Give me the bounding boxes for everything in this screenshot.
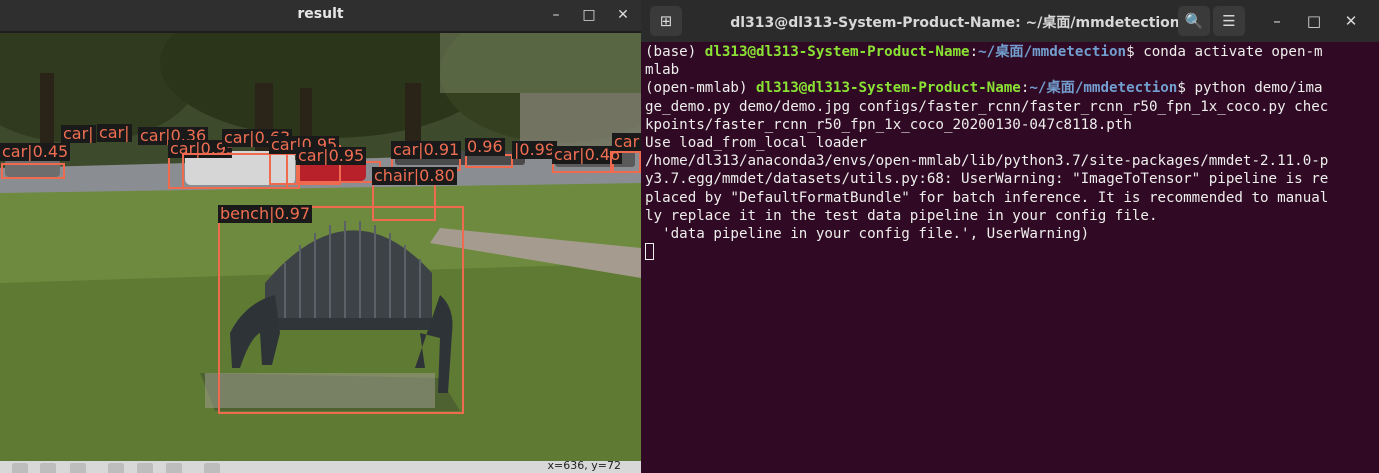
close-button[interactable]: ✕: [1335, 6, 1367, 36]
viewer-titlebar[interactable]: result – □ ✕: [0, 0, 641, 31]
detection-box-car: [610, 151, 641, 173]
cursor-coordinates: x=636, y=72: [547, 461, 621, 472]
detection-box-car: [465, 154, 513, 168]
detection-label: car|: [97, 123, 132, 142]
detection-label: car|0.45: [0, 142, 71, 161]
maximize-button[interactable]: □: [1298, 6, 1330, 36]
detection-label: car|: [61, 124, 96, 143]
output-line: ly replace it in the test data pipeline …: [645, 207, 1158, 224]
terminal-output[interactable]: (base) dl313@dl313-System-Product-Name:~…: [645, 43, 1367, 262]
detection-label: car|0.95: [296, 146, 367, 165]
viewer-toolbar: x=636, y=72: [0, 461, 641, 473]
save-icon[interactable]: [204, 463, 220, 473]
maximize-button[interactable]: □: [577, 4, 601, 26]
output-line: /home/dl313/anaconda3/envs/open-mmlab/li…: [645, 153, 1329, 170]
input-line[interactable]: [645, 243, 1367, 262]
minimize-button[interactable]: –: [544, 4, 568, 26]
detection-label: bench|0.97: [218, 204, 313, 223]
detection-result-image: car|0.45 car| car| car|0.36 car|0.95 car…: [0, 33, 641, 461]
terminal-titlebar[interactable]: ⊞ dl313@dl313-System-Product-Name: ~/桌面/…: [641, 0, 1379, 42]
settings-icon[interactable]: [166, 463, 182, 473]
image-viewer-window: result – □ ✕ car|0.45 car| car| car|0.36…: [0, 0, 641, 473]
text-cursor: [645, 243, 654, 261]
output-line: kpoints/faster_rcnn_r50_fpn_1x_coco_2020…: [645, 116, 1132, 133]
new-tab-button[interactable]: ⊞: [650, 6, 682, 36]
output-line: mlab: [645, 62, 680, 79]
close-button[interactable]: ✕: [611, 4, 635, 26]
detection-box-car: [1, 163, 65, 179]
zoom-out-icon[interactable]: [70, 463, 86, 473]
terminal-window-title: dl313@dl313-System-Product-Name: ~/桌面/mm…: [730, 15, 1180, 31]
terminal-window: ⊞ dl313@dl313-System-Product-Name: ~/桌面/…: [641, 0, 1379, 473]
search-button[interactable]: 🔍: [1178, 6, 1210, 36]
terminal-scrollbar[interactable]: [1373, 44, 1377, 464]
output-line: Use load_from_local loader: [645, 135, 868, 152]
detection-label: car|0.91: [391, 140, 462, 159]
prompt-line: (open-mmlab) dl313@dl313-System-Product-…: [645, 80, 1323, 97]
detection-box-bench: [218, 206, 464, 414]
prompt-line: (base) dl313@dl313-System-Product-Name:~…: [645, 44, 1323, 60]
output-line: y3.7.egg/mmdet/datasets/utils.py:68: Use…: [645, 171, 1329, 188]
zoom-rect-icon[interactable]: [137, 463, 153, 473]
output-line: 'data pipeline in your config file.', Us…: [645, 226, 1090, 243]
zoom-in-icon[interactable]: [40, 463, 56, 473]
menu-button[interactable]: ☰: [1213, 6, 1245, 36]
minimize-button[interactable]: –: [1261, 6, 1293, 36]
detection-label: |0.99: [512, 140, 558, 159]
output-line: placed by "DefaultFormatBundle" for batc…: [645, 189, 1329, 206]
pan-icon[interactable]: [12, 463, 28, 473]
output-line: ge_demo.py demo/demo.jpg configs/faster_…: [645, 98, 1329, 115]
detection-label: chair|0.80: [372, 166, 457, 185]
detection-label: 0.96: [465, 137, 505, 156]
move-icon[interactable]: [108, 463, 124, 473]
detection-label: car: [612, 132, 641, 151]
